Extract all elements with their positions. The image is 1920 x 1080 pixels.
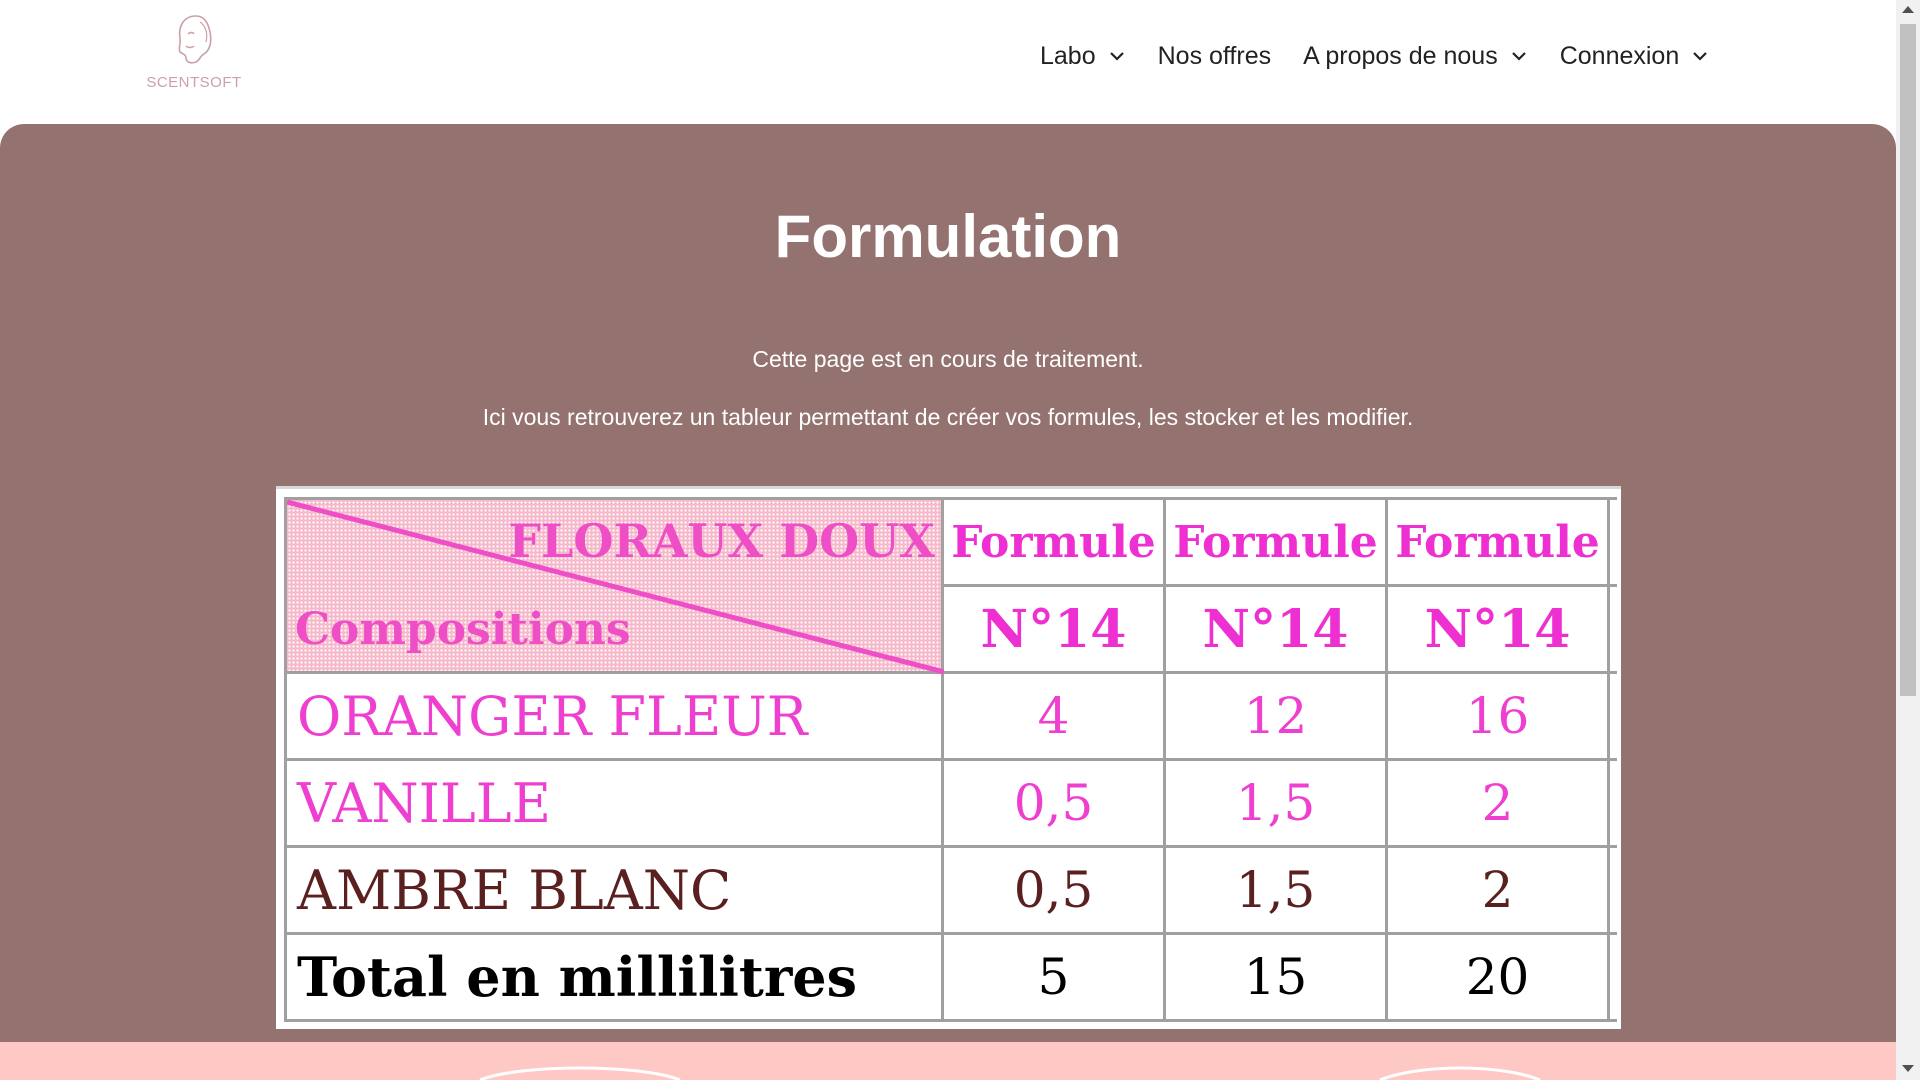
corner-subtitle: Compositions <box>295 604 631 655</box>
page-scrollbar[interactable] <box>1896 0 1920 1080</box>
scroll-down-arrow-icon[interactable] <box>1902 1065 1914 1072</box>
table-edge-cell <box>1607 584 1617 674</box>
table-edge-cell <box>1607 845 1617 935</box>
total-label: Total en millilitres <box>284 932 944 1022</box>
header-number: N°14 <box>941 584 1166 674</box>
header-number: N°14 <box>1163 584 1388 674</box>
row-value: 16 <box>1385 671 1610 761</box>
total-value: 15 <box>1163 932 1388 1022</box>
table-row: VANILLE 0,5 1,5 2 <box>284 758 1617 848</box>
scroll-up-arrow-icon[interactable] <box>1902 6 1914 13</box>
row-value: 4 <box>941 671 1166 761</box>
table-header-row-1: FLORAUX DOUX Compositions Formule Formul… <box>284 497 1617 674</box>
corner-title: FLORAUX DOUX <box>508 514 935 568</box>
chevron-down-icon <box>1693 52 1708 61</box>
footer-decoration <box>479 1066 1541 1080</box>
status-text: Cette page est en cours de traitement. <box>752 346 1144 372</box>
header-formule: Formule <box>1163 497 1388 587</box>
table-edge-cell <box>1607 932 1617 1022</box>
site-header: SCENTSOFT Labo Nos offres A propos de no… <box>0 0 1896 124</box>
nav-label-nos-offres: Nos offres <box>1157 41 1272 70</box>
corner-header-cell: FLORAUX DOUX Compositions <box>284 497 944 674</box>
row-label: AMBRE BLANC <box>284 845 944 935</box>
nav-label-a-propos: A propos de nous <box>1303 41 1498 70</box>
formula-table: FLORAUX DOUX Compositions Formule Formul… <box>284 497 1617 1022</box>
nav-item-nos-offres[interactable]: Nos offres <box>1158 42 1271 71</box>
header-number: N°14 <box>1385 584 1610 674</box>
chevron-down-icon <box>1511 52 1526 61</box>
total-value: 20 <box>1385 932 1610 1022</box>
nav-item-a-propos[interactable]: A propos de nous <box>1303 42 1528 71</box>
row-value: 1,5 <box>1163 758 1388 848</box>
header-formule: Formule <box>1385 497 1610 587</box>
row-value: 0,5 <box>941 845 1166 935</box>
scroll-thumb[interactable] <box>1900 24 1916 696</box>
description-text: Ici vous retrouverez un tableur permetta… <box>482 404 1414 430</box>
main-nav: Labo Nos offres A propos de nous Connexi… <box>1040 36 1709 76</box>
table-edge-cell <box>1607 671 1617 761</box>
table-row: ORANGER FLEUR 4 12 16 <box>284 671 1617 761</box>
face-logo-icon <box>178 15 212 64</box>
footer-band <box>0 1042 1896 1080</box>
row-value: 1,5 <box>1163 845 1388 935</box>
table-total-row: Total en millilitres 5 15 20 <box>284 932 1617 1022</box>
row-value: 2 <box>1385 758 1610 848</box>
row-value: 2 <box>1385 845 1610 935</box>
header-formule: Formule <box>941 497 1166 587</box>
nav-item-connexion[interactable]: Connexion <box>1560 42 1710 71</box>
scentsoft-logo[interactable]: SCENTSOFT <box>146 12 242 92</box>
nav-label-labo: Labo <box>1040 41 1096 70</box>
nav-label-connexion: Connexion <box>1559 41 1680 70</box>
table-row: AMBRE BLANC 0,5 1,5 2 <box>284 845 1617 935</box>
total-value: 5 <box>941 932 1166 1022</box>
logo-wordmark: SCENTSOFT <box>146 74 242 91</box>
page-title: Formulation <box>774 203 1122 270</box>
table-edge-cell <box>1607 758 1617 848</box>
row-value: 0,5 <box>941 758 1166 848</box>
table-edge-cell <box>1607 497 1617 587</box>
row-label: ORANGER FLEUR <box>284 671 944 761</box>
content-panel: Formulation Cette page est en cours de t… <box>0 124 1896 1044</box>
row-label: VANILLE <box>284 758 944 848</box>
spreadsheet-image: FLORAUX DOUX Compositions Formule Formul… <box>276 486 1621 1029</box>
chevron-down-icon <box>1109 52 1124 61</box>
nav-item-labo[interactable]: Labo <box>1040 42 1126 71</box>
row-value: 12 <box>1163 671 1388 761</box>
